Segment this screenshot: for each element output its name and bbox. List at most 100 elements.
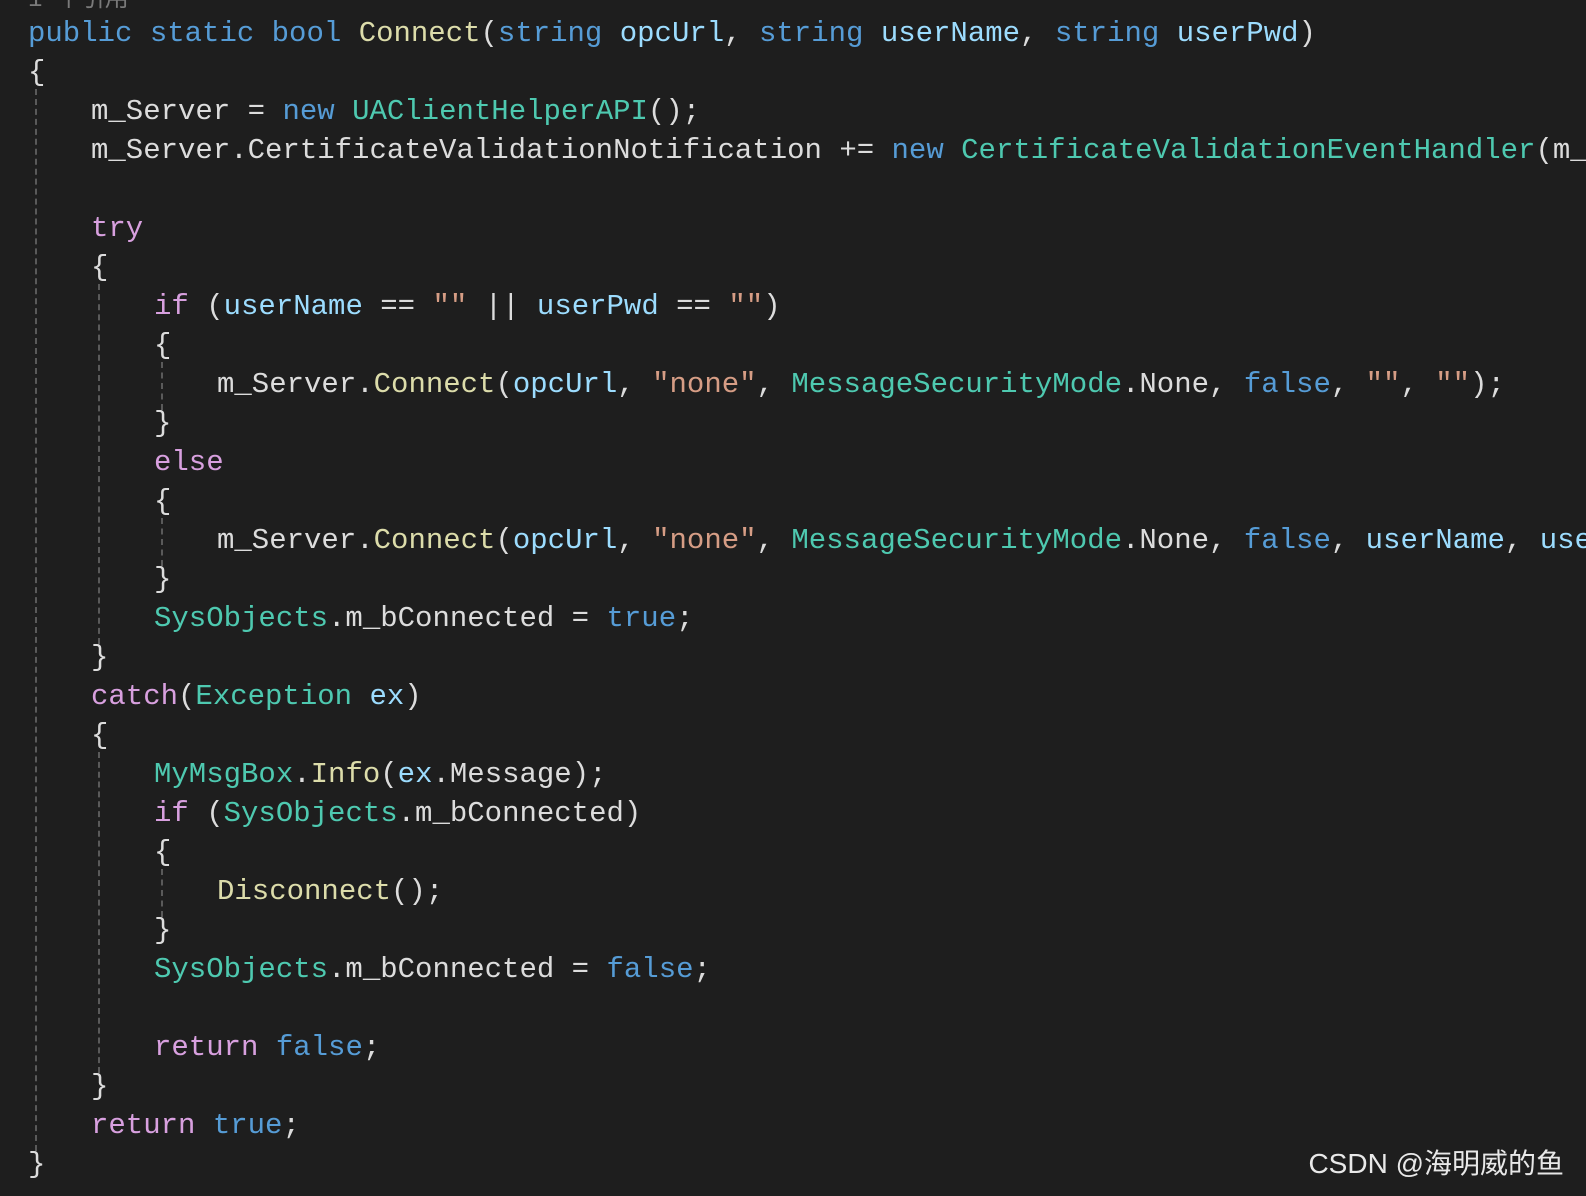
- code-token-fn: Connect: [358, 17, 481, 50]
- code-token-kw: false: [606, 953, 694, 986]
- code-line[interactable]: {: [28, 53, 45, 93]
- code-token-plain: ;: [282, 1109, 300, 1142]
- code-line[interactable]: }: [91, 638, 108, 678]
- code-line[interactable]: {: [91, 248, 108, 288]
- code-token-str: "none": [652, 368, 757, 401]
- code-token-kw: static: [149, 17, 255, 50]
- code-token-plain: ,: [1020, 17, 1055, 50]
- code-token-plain: ;: [693, 953, 711, 986]
- code-token-ctrl: return: [91, 1109, 196, 1142]
- code-line[interactable]: return false;: [154, 1028, 380, 1068]
- code-line[interactable]: SysObjects.m_bConnected = true;: [154, 599, 694, 639]
- code-token-plain: );: [1470, 368, 1505, 401]
- code-token-var: userPwd: [536, 290, 659, 323]
- code-token-plain: {: [154, 836, 172, 869]
- code-token-plain: ,: [756, 524, 792, 557]
- code-token-plain: ();: [391, 875, 444, 908]
- code-token-var: userName: [1365, 524, 1505, 557]
- code-token-plain: }: [91, 1070, 109, 1103]
- code-token-plain: ,: [1330, 368, 1366, 401]
- indent-guide: [161, 362, 163, 410]
- code-token-plain: ;: [362, 1031, 381, 1064]
- code-token-plain: (: [188, 797, 224, 830]
- code-token-plain: (: [480, 17, 498, 50]
- code-line[interactable]: try: [91, 209, 143, 249]
- code-token-str: "": [432, 290, 468, 323]
- code-token-type: SysObjects: [154, 602, 329, 635]
- code-token-kw: false: [1243, 524, 1331, 557]
- code-token-plain: .: [293, 758, 311, 791]
- code-token-ctrl: try: [91, 212, 144, 245]
- code-token-kw: false: [275, 1031, 363, 1064]
- code-line[interactable]: m_Server.CertificateValidationNotificati…: [91, 131, 1586, 171]
- code-token-str: "": [1435, 368, 1471, 401]
- indent-guide: [35, 89, 37, 1151]
- code-line[interactable]: }: [91, 1067, 108, 1107]
- code-token-str: "": [1365, 368, 1401, 401]
- code-token-ctrl: catch: [91, 680, 179, 713]
- code-token-plain: (: [188, 290, 224, 323]
- code-token-kw: new: [282, 95, 335, 128]
- code-token-plain: ,: [724, 17, 759, 50]
- code-token-kw: public: [28, 17, 133, 50]
- code-token-plain: ,: [1330, 524, 1366, 557]
- code-line[interactable]: m_Server.Connect(opcUrl, "none", Message…: [217, 521, 1586, 561]
- code-line[interactable]: else: [154, 443, 224, 483]
- code-line[interactable]: catch(Exception ex): [91, 677, 422, 717]
- code-token-plain: ||: [467, 290, 537, 323]
- code-token-kw: new: [891, 134, 944, 167]
- code-token-var: userPwd: [1176, 17, 1299, 50]
- code-line[interactable]: return true;: [91, 1106, 300, 1146]
- code-token-plain: {: [28, 56, 46, 89]
- code-line[interactable]: SysObjects.m_bConnected = false;: [154, 950, 711, 990]
- code-line[interactable]: }: [154, 911, 171, 951]
- code-line[interactable]: {: [154, 482, 171, 522]
- code-token-plain: }: [154, 914, 172, 947]
- code-token-plain: .Message);: [432, 758, 607, 791]
- code-token-plain: (: [495, 524, 513, 557]
- code-token-plain: ==: [658, 290, 729, 323]
- code-token-type: MessageSecurityMode: [791, 368, 1122, 401]
- code-line[interactable]: public static bool Connect(string opcUrl…: [28, 14, 1316, 54]
- code-token-plain: ): [404, 680, 422, 713]
- code-line[interactable]: {: [91, 716, 108, 756]
- indent-guide: [98, 284, 100, 644]
- code-line[interactable]: }: [28, 1145, 45, 1185]
- code-token-kw: string: [1054, 17, 1160, 50]
- code-token-type: SysObjects: [223, 797, 398, 830]
- code-line[interactable]: }: [154, 560, 171, 600]
- code-token-kw: false: [1243, 368, 1331, 401]
- code-line[interactable]: Disconnect();: [217, 872, 443, 912]
- code-token-plain: m_Server.CertificateValidationNotificati…: [91, 134, 892, 167]
- code-token-ctrl: else: [154, 446, 224, 479]
- code-token-var: userName: [223, 290, 363, 323]
- code-line[interactable]: }: [154, 404, 171, 444]
- code-token-plain: (: [178, 680, 196, 713]
- code-token-plain: {: [154, 485, 172, 518]
- code-line[interactable]: m_Server.Connect(opcUrl, "none", Message…: [217, 365, 1505, 405]
- code-token-plain: ): [763, 290, 781, 323]
- code-line[interactable]: MyMsgBox.Info(ex.Message);: [154, 755, 607, 795]
- code-token-kw: true: [212, 1109, 283, 1142]
- code-token-var: ex: [369, 680, 405, 713]
- code-line[interactable]: m_Server = new UAClientHelperAPI();: [91, 92, 700, 132]
- code-line[interactable]: if (userName == "" || userPwd == ""): [154, 287, 781, 327]
- code-token-plain: ,: [617, 368, 653, 401]
- code-token-plain: ): [1298, 17, 1316, 50]
- code-line[interactable]: {: [154, 326, 171, 366]
- code-line[interactable]: if (SysObjects.m_bConnected): [154, 794, 641, 834]
- code-token-plain: }: [91, 641, 109, 674]
- code-token-kw: string: [497, 17, 603, 50]
- code-token-kw: string: [758, 17, 864, 50]
- code-editor[interactable]: 1 个引用 public static bool Connect(string …: [0, 0, 1586, 1196]
- indent-guide: [98, 752, 100, 1073]
- code-token-plain: (: [380, 758, 398, 791]
- code-line[interactable]: {: [154, 833, 171, 873]
